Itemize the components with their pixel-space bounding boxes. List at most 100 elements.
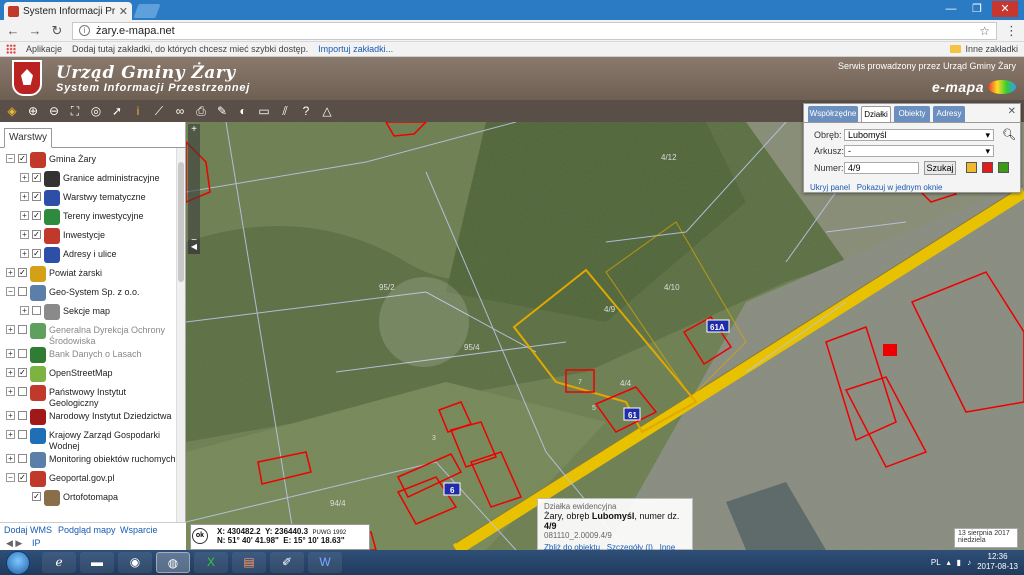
- expand-toggle-icon[interactable]: −: [6, 473, 15, 482]
- back-arrow-icon[interactable]: ←: [6, 23, 20, 38]
- clock[interactable]: 12:36 2017-08-13: [977, 552, 1018, 572]
- explorer-folder-icon[interactable]: ▬: [80, 552, 114, 573]
- close-icon[interactable]: ✕: [119, 5, 128, 18]
- expand-toggle-icon[interactable]: −: [6, 287, 15, 296]
- print-icon[interactable]: ⎙: [193, 103, 209, 119]
- expand-toggle-icon[interactable]: +: [6, 349, 15, 358]
- tab-adresy[interactable]: Adresy: [933, 106, 965, 122]
- expand-toggle-icon[interactable]: +: [20, 230, 29, 239]
- ip-link[interactable]: IP: [32, 538, 41, 548]
- layer-row[interactable]: + ✓ Adresy i ulice: [0, 247, 176, 266]
- tab-warstwy[interactable]: Warstwy: [4, 128, 52, 148]
- paint-icon[interactable]: ✐: [270, 552, 304, 573]
- numer-input[interactable]: 4/9: [844, 162, 919, 174]
- layer-checkbox[interactable]: ✓: [18, 473, 27, 482]
- close-icon[interactable]: ✕: [1008, 106, 1016, 117]
- layer-row[interactable]: + Narodowy Instytut Dziedzictwa: [0, 409, 176, 428]
- ie-icon[interactable]: ℯ: [42, 552, 76, 573]
- window-close-icon[interactable]: ✕: [992, 1, 1018, 17]
- zoom-out-icon[interactable]: ⊖: [46, 103, 62, 119]
- search-icon[interactable]: 🔍︎: [1002, 128, 1016, 141]
- import-bookmarks-link[interactable]: Importuj zakładki...: [318, 44, 393, 54]
- expand-toggle-icon[interactable]: +: [6, 430, 15, 439]
- layer-row[interactable]: + ✓ Powiat żarski: [0, 266, 176, 285]
- one-window-link[interactable]: Pokazuj w jednym oknie: [857, 183, 943, 192]
- layer-checkbox[interactable]: ✓: [32, 173, 41, 182]
- layer-checkbox[interactable]: ✓: [32, 211, 41, 220]
- new-tab-button[interactable]: [133, 4, 161, 18]
- expand-toggle-icon[interactable]: +: [20, 211, 29, 220]
- volume-icon[interactable]: ♪: [967, 558, 971, 567]
- help-icon[interactable]: ?: [298, 103, 314, 119]
- layer-row[interactable]: + ✓ Inwestycje: [0, 228, 176, 247]
- layer-row[interactable]: + Sekcje map: [0, 304, 176, 323]
- collapse-left-icon[interactable]: ◀: [188, 240, 200, 254]
- tab-dzialki[interactable]: Działki: [861, 106, 891, 122]
- layer-row[interactable]: ✓ Ortofotomapa: [0, 490, 176, 509]
- layer-checkbox[interactable]: [18, 430, 27, 439]
- expand-toggle-icon[interactable]: +: [20, 192, 29, 201]
- zoom-plus-icon[interactable]: +: [188, 124, 200, 135]
- forward-arrow-icon[interactable]: →: [28, 23, 42, 38]
- nav-arrows-icon[interactable]: ◀ ▶: [6, 538, 22, 549]
- layers-icon[interactable]: ◈: [4, 103, 20, 119]
- warning-icon[interactable]: △: [319, 103, 335, 119]
- hide-panel-link[interactable]: Ukryj panel: [810, 183, 850, 192]
- reload-icon[interactable]: ↻: [50, 23, 64, 39]
- layer-checkbox[interactable]: ✓: [18, 154, 27, 163]
- layer-checkbox[interactable]: [18, 387, 27, 396]
- layer-checkbox[interactable]: ✓: [18, 368, 27, 377]
- chrome-icon[interactable]: ◍: [156, 552, 190, 573]
- info-icon[interactable]: i: [79, 25, 90, 36]
- word-icon[interactable]: W: [308, 552, 342, 573]
- zoom-extent-icon[interactable]: ⛶: [67, 103, 83, 119]
- sketch-icon[interactable]: ✎: [214, 103, 230, 119]
- expand-toggle-icon[interactable]: +: [20, 306, 29, 315]
- media-player-icon[interactable]: ◉: [118, 552, 152, 573]
- layer-checkbox[interactable]: [18, 411, 27, 420]
- layer-checkbox[interactable]: ✓: [32, 249, 41, 258]
- color-swatch-green[interactable]: [998, 162, 1009, 173]
- expand-toggle-icon[interactable]: +: [20, 173, 29, 182]
- layer-checkbox[interactable]: ✓: [32, 192, 41, 201]
- layer-row[interactable]: + Państwowy Instytut Geologiczny: [0, 385, 176, 409]
- scrollbar-thumb[interactable]: [178, 162, 184, 282]
- expand-toggle-icon[interactable]: +: [6, 268, 15, 277]
- network-icon[interactable]: ▮: [957, 558, 961, 567]
- expand-toggle-icon[interactable]: +: [6, 325, 15, 334]
- tab-wspolrzedne[interactable]: Współrzędne: [808, 106, 858, 122]
- layer-checkbox[interactable]: [32, 306, 41, 315]
- obreb-select[interactable]: Lubomyśl: [844, 129, 994, 141]
- layer-row[interactable]: − Geo-System Sp. z o.o.: [0, 285, 176, 304]
- layer-row[interactable]: + Generalna Dyrekcja Ochrony Środowiska: [0, 323, 176, 347]
- shape-icon[interactable]: ◐: [235, 103, 251, 119]
- zoom-slider[interactable]: + −: [188, 124, 200, 254]
- excel-icon[interactable]: X: [194, 552, 228, 573]
- hatch-icon[interactable]: ⫽: [277, 103, 293, 119]
- layer-checkbox[interactable]: [18, 325, 27, 334]
- comment-icon[interactable]: ▭: [256, 103, 272, 119]
- expand-toggle-icon[interactable]: −: [6, 154, 15, 163]
- info-tool-icon[interactable]: i: [130, 103, 146, 119]
- color-swatch-yellow[interactable]: [966, 162, 977, 173]
- layer-row[interactable]: − ✓ Geoportal.gov.pl: [0, 471, 176, 490]
- layer-checkbox[interactable]: ✓: [32, 230, 41, 239]
- layer-checkbox[interactable]: ✓: [32, 492, 41, 501]
- other-bookmarks[interactable]: Inne zakładki: [950, 44, 1018, 54]
- url-input[interactable]: i żary.e-mapa.net ☆: [72, 21, 997, 40]
- layer-row[interactable]: + ✓ Warstwy tematyczne: [0, 190, 176, 209]
- zoom-in-icon[interactable]: ⊕: [25, 103, 41, 119]
- layer-checkbox[interactable]: [18, 287, 27, 296]
- measure-icon[interactable]: ⟋: [151, 103, 167, 119]
- minimize-icon[interactable]: —: [938, 1, 964, 17]
- arkusz-select[interactable]: -: [844, 145, 994, 157]
- map-preview-link[interactable]: Podgląd mapy: [58, 525, 116, 535]
- add-wms-link[interactable]: Dodaj WMS: [4, 525, 52, 535]
- expand-toggle-icon[interactable]: +: [6, 454, 15, 463]
- language-indicator[interactable]: PL: [931, 558, 941, 567]
- expand-toggle-icon[interactable]: +: [6, 387, 15, 396]
- star-icon[interactable]: ☆: [979, 24, 990, 38]
- expand-toggle-icon[interactable]: +: [6, 368, 15, 377]
- layer-row[interactable]: + Bank Danych o Lasach: [0, 347, 176, 366]
- apps-grid-icon[interactable]: [6, 44, 16, 54]
